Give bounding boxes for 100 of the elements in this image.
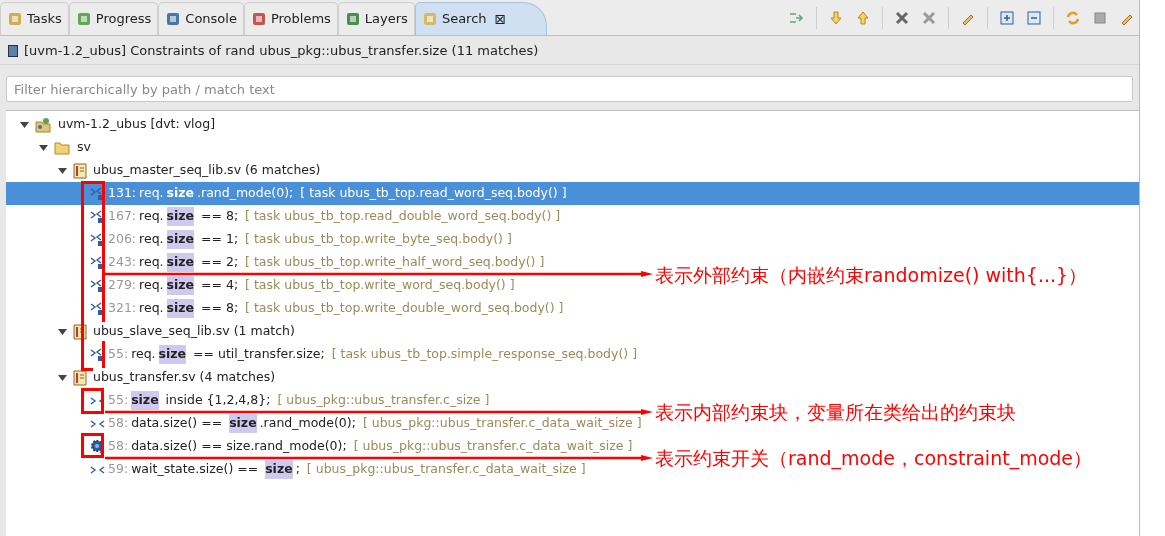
- collapse-arrow-icon[interactable]: [20, 120, 29, 129]
- code-text: == 1;: [200, 230, 239, 249]
- code-text: wait_state.size() ==: [131, 460, 260, 479]
- node-label: ubus_slave_seq_lib.sv (1 match): [93, 322, 295, 341]
- match-highlight: size: [166, 184, 195, 203]
- match-highlight: size: [265, 460, 293, 479]
- code-text: req.: [139, 184, 164, 203]
- annotation-text: 表示外部约束（内嵌约束randomize() with{...}）: [655, 263, 1088, 288]
- code-text: == 8;: [200, 299, 239, 318]
- line-number: 321:: [108, 299, 137, 318]
- collapse-all-icon[interactable]: [1026, 9, 1042, 26]
- code-text: data.size() == size.rand_mode(0);: [131, 437, 347, 456]
- match-row[interactable]: 58: data.size() == size.rand_mode(0); [ ubus_pkg::ubus_transfer.c_data_wait_size ]: [90, 438, 633, 455]
- match-highlight: size: [166, 299, 195, 318]
- search-result-title: [uvm-1.2_ubus] Constraints of rand ubus_pkg::ubus_transfer.size (11 matches): [24, 41, 539, 60]
- match-row[interactable]: 321: req. size == 8; [ task ubus_tb_top.write_double_word_seq.body() ]: [90, 300, 564, 317]
- match-context: [ task ubus_tb_top.read_double_word_seq.body() ]: [245, 207, 561, 226]
- node-label: ubus_transfer.sv (4 matches): [93, 368, 276, 387]
- match-highlight: size: [166, 276, 195, 295]
- tree-node[interactable]: sv: [6, 136, 1139, 159]
- constraint-lock-icon: [90, 186, 105, 201]
- tab-icon: [75, 11, 92, 27]
- filter-field[interactable]: Filter hierarchically by path / match text: [6, 76, 1133, 102]
- code-text: .rand_mode(0);: [259, 414, 356, 433]
- tree-node[interactable]: uvm-1.2_ubus [dvt: vlog]: [6, 113, 1139, 136]
- annotation-box: [81, 433, 104, 458]
- view-tab[interactable]: Console: [158, 2, 244, 35]
- arrow-down-icon[interactable]: [828, 9, 844, 26]
- line-number: 55:: [108, 345, 129, 364]
- tab-icon: [250, 11, 267, 27]
- view-tab[interactable]: Progress: [68, 2, 159, 35]
- match-highlight: size: [166, 253, 195, 272]
- match-row[interactable]: 243: req. size == 2; [ task ubus_tb_top.write_half_word_seq.body() ]: [90, 254, 545, 271]
- tab-icon: [344, 11, 361, 27]
- collapse-arrow-icon[interactable]: [58, 166, 67, 175]
- code-text: req.: [139, 276, 164, 295]
- stop-icon[interactable]: [1092, 9, 1108, 26]
- constraint-icon: [90, 463, 105, 476]
- view-tab[interactable]: Tasks: [0, 2, 69, 35]
- tree-node[interactable]: ubus_slave_seq_lib.sv (1 match): [6, 320, 1139, 343]
- annotation-text: 表示约束开关（rand_mode，constraint_mode）: [655, 446, 1092, 472]
- code-text: == 8;: [200, 207, 239, 226]
- match-row[interactable]: 55: size inside {1,2,4,8}; [ ubus_pkg::ubus_transfer.c_size ]: [90, 392, 490, 409]
- match-context: [ task ubus_tb_top.read_word_seq.body() ]: [300, 184, 567, 203]
- folder-icon: [54, 140, 71, 155]
- collapse-arrow-icon[interactable]: [58, 327, 67, 336]
- search-result-icon: [8, 44, 18, 57]
- remove-all-icon[interactable]: [921, 9, 937, 26]
- match-context: [ ubus_pkg::ubus_transfer.c_data_wait_size ]: [353, 437, 633, 456]
- match-row[interactable]: 206: req. size == 1; [ task ubus_tb_top.write_byte_seq.body() ]: [90, 231, 512, 248]
- match-row[interactable]: 167: req. size == 8; [ task ubus_tb_top.read_double_word_seq.body() ]: [90, 208, 561, 225]
- arrow-up-icon[interactable]: [855, 9, 871, 26]
- collapse-arrow-icon[interactable]: [39, 143, 48, 152]
- code-text: ;: [295, 460, 300, 479]
- code-text: == util_transfer.size;: [192, 345, 325, 364]
- constraint-lock-icon: [90, 347, 105, 362]
- code-text: inside {1,2,4,8};: [164, 391, 271, 410]
- view-tab[interactable]: Problems: [243, 2, 338, 35]
- tree-node[interactable]: ubus_transfer.sv (4 matches): [6, 366, 1139, 389]
- match-row[interactable]: 58: data.size() == size .rand_mode(0); [ ubus_pkg::ubus_transfer.c_data_wait_size ]: [90, 415, 642, 432]
- collapse-arrow-icon[interactable]: [58, 373, 67, 382]
- tab-icon: [7, 11, 23, 27]
- code-text: req.: [131, 345, 156, 364]
- expand-all-icon[interactable]: [999, 9, 1015, 26]
- annotation-box: [81, 388, 104, 414]
- line-number: 131:: [108, 184, 137, 203]
- match-row[interactable]: 55: req. size == util_transfer.size; [ task ubus_tb_top.simple_response_seq.body() ]: [90, 346, 638, 363]
- line-number: 59:: [108, 460, 129, 479]
- remove-icon[interactable]: [894, 9, 910, 26]
- code-text: == 2;: [200, 253, 239, 272]
- tree-node[interactable]: ubus_master_seq_lib.sv (6 matches): [6, 159, 1139, 182]
- view-tab[interactable]: Search ⊠: [414, 2, 548, 35]
- file-icon: [73, 369, 87, 386]
- node-label: uvm-1.2_ubus [dvt: vlog]: [58, 115, 216, 134]
- refresh-icon[interactable]: [1065, 9, 1081, 26]
- line-number: 58:: [108, 437, 129, 456]
- match-row[interactable]: 59: wait_state.size() == size ; [ ubus_pkg::ubus_transfer.c_data_wait_size ]: [90, 461, 586, 478]
- constraint-lock-icon: [90, 209, 105, 224]
- match-context: [ task ubus_tb_top.simple_response_seq.body() ]: [331, 345, 638, 364]
- close-icon[interactable]: ⊠: [494, 8, 507, 30]
- tab-icon: [165, 11, 182, 27]
- code-text: req.: [139, 207, 164, 226]
- constraint-icon: [90, 417, 105, 430]
- match-context: [ task ubus_tb_top.write_half_word_seq.body() ]: [245, 253, 545, 272]
- line-number: 58:: [108, 414, 129, 433]
- match-highlight: size: [131, 391, 159, 410]
- project-icon: [35, 116, 52, 133]
- match-highlight: size: [166, 230, 195, 249]
- line-number: 206:: [108, 230, 137, 249]
- match-context: [ task ubus_tb_top.write_word_seq.body() ]: [245, 276, 515, 295]
- file-icon: [73, 162, 87, 179]
- match-highlight: size: [166, 207, 195, 226]
- match-row[interactable]: 279: req. size == 4; [ task ubus_tb_top.write_word_seq.body() ]: [90, 277, 515, 294]
- constraint-lock-icon: [90, 301, 105, 316]
- line-number: 55:: [108, 391, 129, 410]
- view-tab[interactable]: Layers: [337, 2, 415, 35]
- match-context: [ ubus_pkg::ubus_transfer.c_size ]: [277, 391, 490, 410]
- match-highlight: size: [158, 345, 187, 364]
- match-context: [ task ubus_tb_top.write_byte_seq.body() ]: [245, 230, 512, 249]
- match-context: [ ubus_pkg::ubus_transfer.c_data_wait_size ]: [306, 460, 586, 479]
